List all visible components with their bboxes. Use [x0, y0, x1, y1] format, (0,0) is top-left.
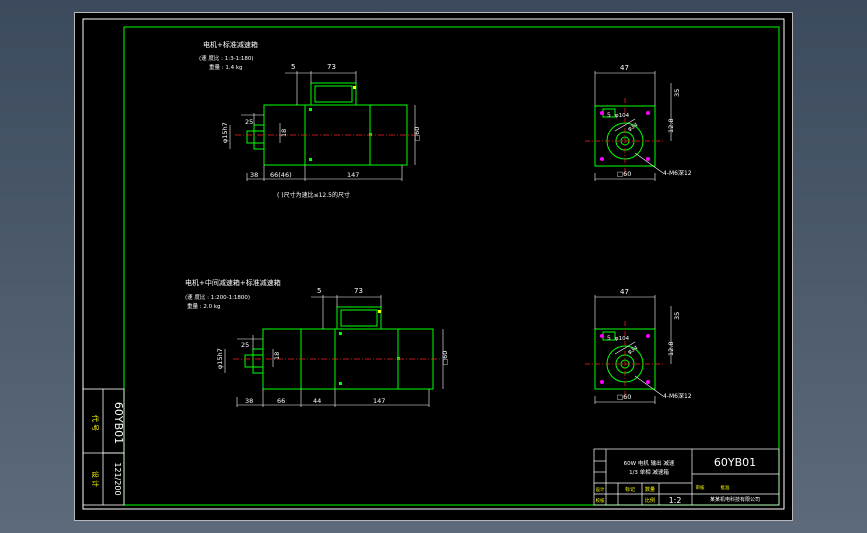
title-scale: 1:2 [669, 496, 682, 505]
dim-bottom-44: 44 [313, 397, 321, 405]
dim-top-shaft: φ15h7 [221, 122, 229, 143]
side-bottom-sq60: □60 [617, 393, 631, 401]
title-name-1: 60W 电机 输出 减速 [624, 459, 675, 467]
dim-top-38: 38 [250, 171, 258, 179]
title-row-3: 审核 [696, 484, 705, 491]
title-row-4: 批准 [721, 484, 730, 491]
dim-top-key-len: 25 [245, 118, 253, 126]
motor-body-bottom [244, 306, 434, 390]
view-top-title: 电机+标准减速箱 [203, 40, 258, 49]
side-bottom-35: 35 [673, 312, 681, 320]
title-row-2: 校核 [596, 497, 605, 504]
view-top-footnote: ( )尺寸为速比≤12.5的尺寸 [277, 191, 350, 199]
title-company: 某某机电科技有限公司 [710, 496, 760, 503]
dim-top-key-h: 18 [280, 129, 288, 137]
dim-bottom-key-len: 25 [241, 341, 249, 349]
side-bottom-104: φ104 [615, 336, 630, 342]
view-top-ratio: (速 度比 : 1:3-1:180) [199, 54, 254, 62]
dim-bottom-66: 66 [277, 397, 285, 405]
title-row-1: 设计 [596, 486, 605, 493]
view-bottom-title: 电机+中间减速箱+标准减速箱 [185, 278, 281, 287]
title-col-1: 标记 [625, 486, 635, 493]
motor-body-top [246, 82, 408, 166]
side-label-top: 代 号 [91, 415, 100, 431]
side-bottom-5: 5 [607, 335, 611, 342]
side-view-top: 47 35 12.8 □60 φ104 φ34 5 4-M6深12 [585, 64, 692, 181]
dim-bottom-38: 38 [245, 397, 253, 405]
dim-top-square: □60 [413, 127, 421, 141]
side-bottom-47: 47 [620, 288, 629, 296]
side-top-holes: 4-M6深12 [663, 169, 692, 177]
side-label-bottom: 设 计 [91, 471, 100, 487]
view-top-weight: 重量 : 1.4 kg [209, 63, 243, 71]
dim-bottom-5: 5 [317, 287, 321, 295]
motor-detail-bottom [339, 310, 400, 385]
title-drawing-no: 60YB01 [714, 456, 756, 469]
side-bottom-128: 12.8 [667, 342, 675, 356]
dim-top-73: 73 [327, 63, 336, 71]
title-col-3: 比例 [645, 497, 655, 504]
side-top-128: 12.8 [667, 119, 675, 133]
front-view-bottom: 电机+中间减速箱+标准减速箱 (速 度比 : 1:200-1:1800) 重量 … [185, 278, 449, 407]
side-top-5: 5 [607, 112, 611, 119]
view-bottom-ratio: (速 度比 : 1:200-1:1800) [185, 293, 250, 301]
side-top-35: 35 [673, 89, 681, 97]
dim-top-5: 5 [291, 63, 295, 71]
dim-bottom-square: □60 [441, 351, 449, 365]
dim-bottom-147: 147 [373, 397, 385, 405]
cad-viewport[interactable]: 60YB01 代 号 121/200 设 计 电机+标准减速箱 (速 度比 : … [74, 12, 793, 521]
motor-detail-top [309, 86, 372, 161]
dims-bottom [224, 295, 444, 407]
side-top-104: φ104 [615, 113, 630, 119]
title-col-2: 数量 [645, 486, 655, 493]
title-name-2: 1/3 单相 减速箱 [629, 468, 669, 476]
side-top-sq60: □60 [617, 170, 631, 178]
view-bottom-weight: 重量 : 2.0 kg [187, 302, 221, 310]
side-bottom-holes: 4-M6深12 [663, 392, 692, 400]
front-view-top: 电机+标准减速箱 (速 度比 : 1:3-1:180) 重量 : 1.4 kg [199, 40, 421, 199]
dim-top-66: 66(46) [270, 171, 292, 179]
dim-bottom-key-h: 18 [273, 352, 281, 360]
dim-bottom-73: 73 [354, 287, 363, 295]
side-code-label: 60YB01 [112, 402, 125, 444]
drawing-sheet: 60YB01 代 号 121/200 设 计 电机+标准减速箱 (速 度比 : … [82, 18, 785, 510]
dim-top-147: 147 [347, 171, 359, 179]
side-scale-label: 121/200 [113, 462, 122, 495]
side-view-bottom: 47 35 12.8 □60 φ104 φ34 5 4-M6深12 [585, 288, 692, 404]
dim-bottom-shaft: φ15h7 [216, 348, 224, 369]
side-top-47: 47 [620, 64, 629, 72]
